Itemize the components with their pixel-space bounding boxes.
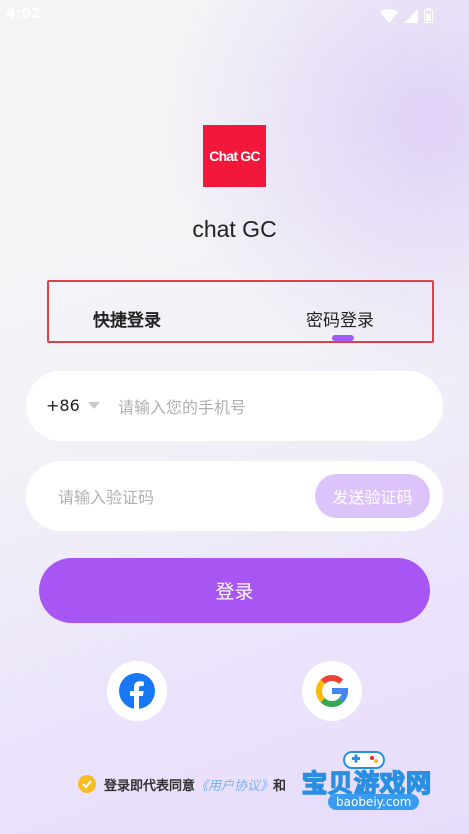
agreement-text: 登录即代表同意 [104,778,196,794]
tab-quick-login[interactable]: 快捷登录 [93,306,161,331]
agreement-checkbox[interactable] [78,775,96,793]
phone-input[interactable] [116,391,420,423]
verification-code-input[interactable] [56,481,320,513]
login-button[interactable]: 登录 [39,558,430,623]
active-tab-indicator [332,335,354,341]
app-logo-text: Chat GC [209,148,260,164]
app-name: chat GC [192,216,277,242]
watermark: 宝贝游戏网 baobeiy.com [294,748,444,828]
chevron-down-icon[interactable] [88,402,100,409]
user-agreement-link[interactable]: 《用户协议》 [195,775,273,794]
watermark-url: baobeiy.com [328,794,420,810]
battery-icon [424,8,433,23]
facebook-icon [119,673,155,709]
check-icon [82,780,92,788]
google-login-button[interactable] [302,661,362,721]
agreement-conjunction: 和 [273,778,287,794]
tab-password-login[interactable]: 密码登录 [306,306,374,331]
facebook-login-button[interactable] [107,661,167,721]
send-code-button[interactable]: 发送验证码 [315,474,430,518]
status-time: 4:02 [6,6,41,22]
wifi-icon [380,8,398,23]
google-icon [316,674,349,707]
login-tabs: 快捷登录 密码登录 [47,280,434,343]
cell-signal-icon [404,8,418,23]
country-code[interactable]: +86 [46,396,80,415]
app-logo: Chat GC [203,125,266,187]
phone-field: +86 [26,371,443,441]
code-field: 发送验证码 [26,461,443,531]
agreement-row: 登录即代表同意 《用户协议》 和 [78,774,286,794]
status-bar: 4:02 [0,0,469,32]
status-icons [380,8,433,23]
